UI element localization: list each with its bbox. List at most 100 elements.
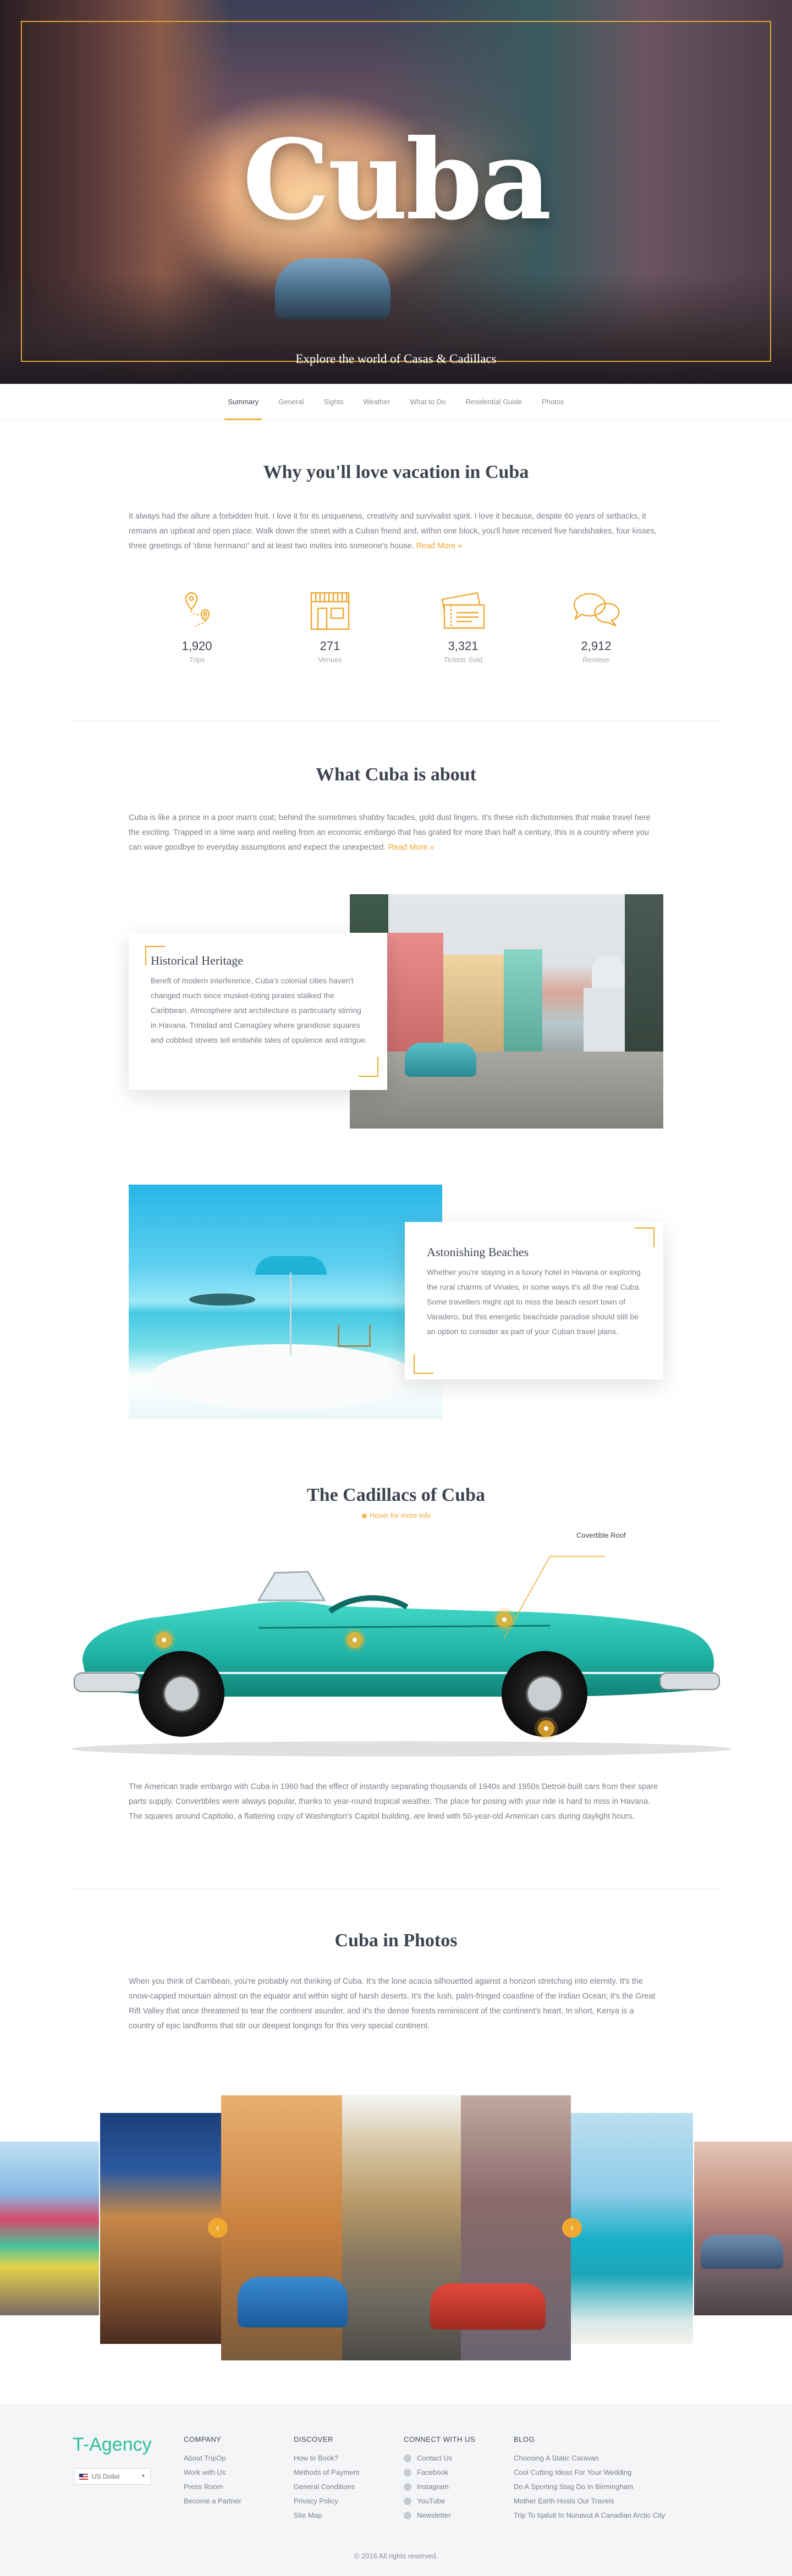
about-read-more-link[interactable]: Read More » (388, 843, 435, 852)
stat-value: 2,912 (581, 639, 612, 653)
footer-social-link[interactable]: YouTube (404, 2494, 475, 2508)
footer-social-link[interactable]: Instagram (404, 2480, 475, 2494)
tab-photos[interactable]: Photos (542, 384, 564, 420)
stat-label: Venues (318, 656, 342, 664)
hotspot-roof[interactable] (496, 1611, 513, 1628)
stat-label: Trips (189, 656, 205, 664)
copyright: © 2016 All rights reserved. (354, 2552, 438, 2560)
tab-general[interactable]: General (278, 384, 304, 420)
stat-label: Tickets Sold (443, 656, 483, 664)
footer-link[interactable]: Do A Sporting Stag Do In Birmingham (514, 2480, 665, 2494)
about-text: Cuba is like a prince in a poor man's co… (129, 811, 662, 855)
tickets-icon (441, 592, 485, 629)
stat-venues: 271 Venues (297, 588, 363, 664)
cadillacs-body: The American trade embargo with Cuba in … (129, 1782, 658, 1821)
why-read-more-link[interactable]: Read More » (416, 542, 463, 551)
footer-heading: DISCOVER (294, 2435, 333, 2443)
callout-label: Covertible Roof (576, 1531, 626, 1539)
footer-link[interactable]: Choosing A Static Caravan (514, 2451, 665, 2465)
footer-link-label: Newsletter (417, 2511, 451, 2519)
facebook-icon (404, 2469, 411, 2476)
footer-link-label: Instagram (417, 2483, 449, 2491)
why-text: It always had the allure a forbidden fru… (129, 509, 662, 554)
footer-social-link[interactable]: Facebook (404, 2465, 475, 2480)
tab-residential-guide[interactable]: Residential Guide (465, 384, 522, 420)
footer-link[interactable]: Become a Partner (184, 2494, 241, 2508)
hotspot-door[interactable] (346, 1632, 363, 1648)
footer-link[interactable]: Privacy Policy (294, 2494, 359, 2508)
footer-social-link[interactable]: Contact Us (404, 2451, 475, 2465)
footer-link[interactable]: Methods of Payment (294, 2465, 359, 2480)
us-flag-icon (79, 2474, 88, 2480)
footer-link[interactable]: Cool Cutting Ideas For Your Wedding (514, 2465, 665, 2480)
footer-link[interactable]: Site Map (294, 2508, 359, 2523)
footer-heading: CONNECT WITH US (404, 2435, 476, 2443)
tab-sights[interactable]: Sights (323, 384, 343, 420)
gallery-prev-button[interactable]: ‹ (208, 2218, 228, 2238)
footer-link[interactable]: About TripOp (184, 2451, 241, 2465)
footer-link-label: Facebook (417, 2468, 449, 2476)
chevron-down-icon: ▾ (141, 2473, 145, 2479)
gallery-photo-featured[interactable] (221, 2095, 571, 2360)
footer-blog: BLOG Choosing A Static Caravan Cool Cutt… (514, 2435, 665, 2523)
gallery-next-button[interactable]: › (562, 2218, 582, 2238)
stat-reviews: 2,912 Reviews (563, 588, 629, 664)
stat-trips: 1,920 Trips (164, 588, 230, 664)
footer: T-Agency US Dollar ▾ COMPANY About TripO… (0, 2404, 792, 2576)
heritage-title: Historical Heritage (151, 954, 243, 967)
contact-icon (404, 2454, 411, 2462)
hotspot-hood[interactable] (156, 1632, 172, 1648)
why-title: Why you'll love vacation in Cuba (263, 462, 529, 482)
footer-link[interactable]: General Conditions (294, 2480, 359, 2494)
footer-discover: DISCOVER How to Book? Methods of Payment… (294, 2435, 359, 2523)
gallery-photo[interactable] (571, 2113, 693, 2344)
gallery-photo[interactable] (0, 2142, 99, 2315)
footer-connect: CONNECT WITH US Contact Us Facebook Inst… (404, 2435, 475, 2523)
footer-heading: BLOG (514, 2435, 535, 2443)
hotspot-wheel[interactable] (538, 1720, 554, 1737)
tab-summary[interactable]: Summary (224, 384, 262, 420)
heritage-card: Historical Heritage Bereft of modern int… (129, 933, 387, 1090)
gallery-photo[interactable] (100, 2113, 221, 2344)
footer-link[interactable]: Trip To Iqaluit In Nunavut A Canadian Ar… (514, 2508, 665, 2523)
footer-link[interactable]: Press Room (184, 2480, 241, 2494)
currency-select[interactable]: US Dollar ▾ (74, 2468, 151, 2485)
tab-what-to-do[interactable]: What to Do (410, 384, 446, 420)
footer-heading: COMPANY (184, 2435, 222, 2443)
footer-link-label: YouTube (417, 2497, 446, 2505)
footer-logo[interactable]: T-Agency (73, 2434, 152, 2456)
map-pin-route-icon (185, 592, 210, 628)
stat-label: Reviews (582, 656, 610, 664)
footer-link[interactable]: Work with Us (184, 2465, 241, 2480)
photos-body: When you think of Carribean, you're prob… (129, 1977, 656, 2030)
footer-social-link[interactable]: Newsletter (404, 2508, 475, 2523)
tab-weather[interactable]: Weather (363, 384, 390, 420)
beaches-body: Whether you're staying in a luxury hotel… (427, 1268, 641, 1336)
stat-value: 271 (320, 639, 340, 653)
instagram-icon (404, 2483, 411, 2491)
footer-company: COMPANY About TripOp Work with Us Press … (184, 2435, 241, 2508)
footer-link[interactable]: Mother Earth Hosts Our Travels (514, 2494, 665, 2508)
havana-street-photo (350, 894, 663, 1129)
heritage-body: Bereft of modern interference, Cuba's co… (151, 976, 367, 1044)
hero-banner: Cuba Explore the world of Casas & Cadill… (0, 0, 792, 384)
footer-link-label: Contact Us (417, 2454, 453, 2462)
storefront-icon (310, 592, 350, 630)
stat-tickets-sold: 3,321 Tickets Sold (430, 588, 496, 664)
hover-hint-text: Hover for more info (369, 1511, 431, 1520)
beach-photo (129, 1185, 442, 1419)
photos-title: Cuba in Photos (334, 1930, 458, 1951)
hover-hint: ◉ Hover for more info (0, 1511, 792, 1520)
beaches-card: Astonishing Beaches Whether you're stayi… (405, 1222, 663, 1379)
stat-value: 1,920 (182, 639, 212, 653)
corner-accent (359, 1057, 378, 1077)
eye-icon: ◉ (361, 1511, 368, 1520)
hero-subtitle: Explore the world of Casas & Cadillacs (295, 352, 497, 366)
gallery-photo[interactable] (694, 2142, 792, 2315)
hero-title: Cuba (242, 115, 552, 245)
youtube-icon (404, 2497, 411, 2505)
chat-bubbles-icon (573, 593, 620, 627)
footer-link[interactable]: How to Book? (294, 2451, 359, 2465)
beaches-title: Astonishing Beaches (427, 1245, 529, 1259)
cadillacs-title: The Cadillacs of Cuba (307, 1485, 485, 1505)
